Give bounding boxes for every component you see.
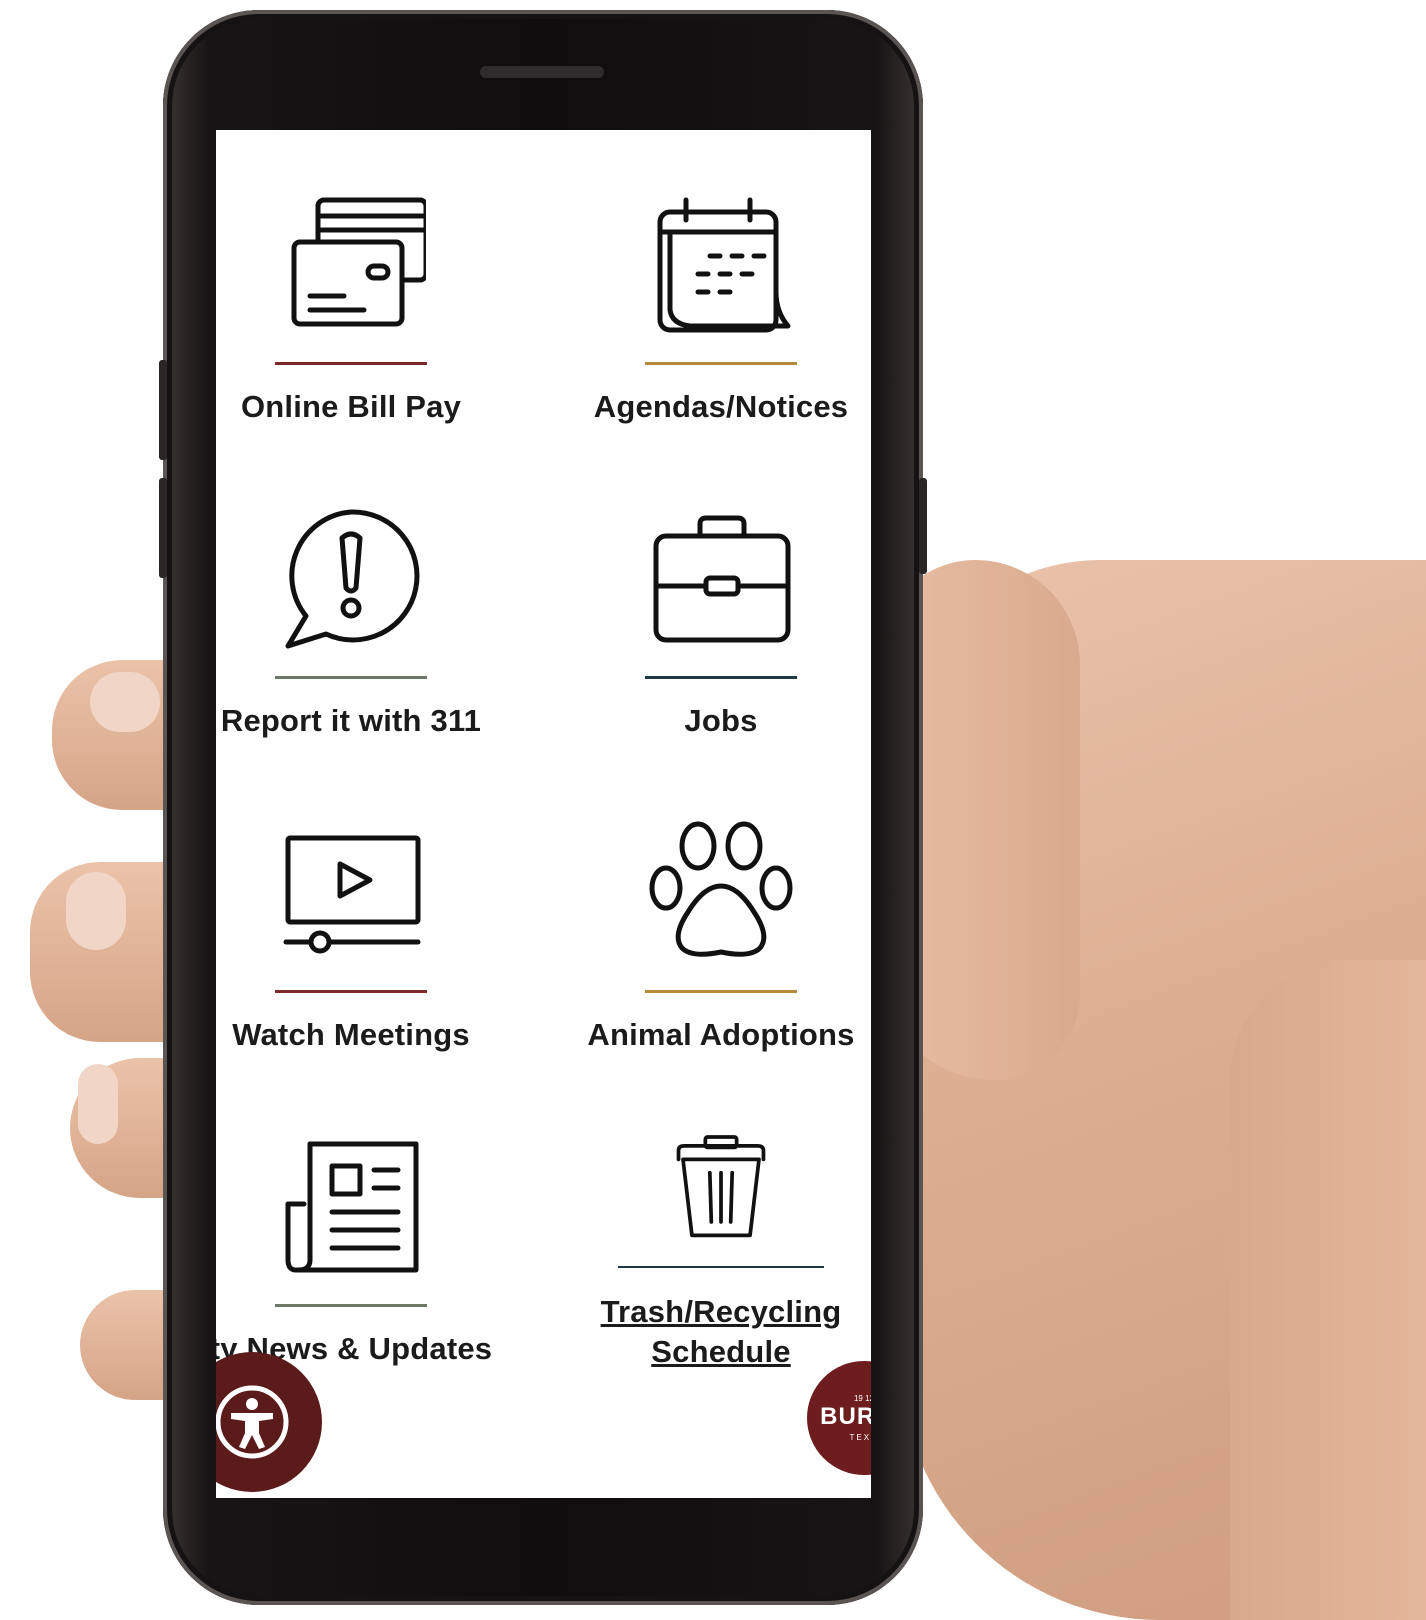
tile-label: Agendas/Notices [593, 389, 849, 424]
tile-accent-rule [275, 362, 427, 365]
tile-accent-rule [645, 676, 797, 679]
tile-accent-rule [275, 990, 427, 993]
tile-animal-adoptions[interactable]: Animal Adoptions [556, 758, 871, 1058]
phone-speaker [480, 66, 604, 78]
tile-link-label[interactable]: Trash/Recycling Schedule [576, 1292, 866, 1372]
fingernail [66, 872, 126, 950]
power-button [919, 478, 927, 574]
tile-accent-rule [275, 1304, 427, 1307]
tile-watch-meetings[interactable]: Watch Meetings [216, 758, 516, 1058]
volume-button [159, 478, 167, 578]
tile-accent-rule [275, 676, 427, 679]
tile-label: Jobs [684, 703, 758, 738]
hand-wrist [1230, 960, 1426, 1620]
tile-trash-recycling-schedule[interactable]: Trash/Recycling Schedule [556, 1072, 871, 1372]
volume-button [159, 360, 167, 460]
tile-news-updates[interactable]: ty News & Updates [216, 1072, 516, 1372]
tile-report-311[interactable]: Report it with 311 [216, 444, 516, 744]
calendar-icon [657, 197, 791, 333]
tile-accent-rule [645, 362, 797, 365]
tile-label: Online Bill Pay [240, 389, 462, 424]
tile-label: Animal Adoptions [587, 1017, 855, 1052]
tile-accent-rule [645, 990, 797, 993]
credit-cards-icon [291, 197, 426, 327]
tile-label: Watch Meetings [232, 1017, 470, 1052]
fingernail [78, 1064, 118, 1144]
briefcase-icon [653, 515, 791, 643]
tile-accent-rule [618, 1265, 824, 1268]
fingernail [90, 672, 160, 732]
newspaper-icon [285, 1141, 419, 1273]
seal-state: TEXA [849, 1433, 871, 1442]
phone-screen: Online Bill Pay Agendas/Notices Report i… [216, 130, 871, 1498]
city-seal-button[interactable]: 19 12 BURLE TEXA [804, 1358, 871, 1478]
paw-print-icon [649, 821, 793, 957]
tile-jobs[interactable]: Jobs [556, 444, 871, 744]
tile-agendas-notices[interactable]: Agendas/Notices [556, 130, 871, 430]
seal-year: 19 12 [853, 1394, 871, 1403]
accessibility-button[interactable] [216, 1352, 322, 1492]
trash-can-icon [676, 1135, 766, 1238]
tile-label: Report it with 311 [220, 703, 482, 738]
alert-bubble-icon [285, 509, 420, 649]
accessibility-icon [216, 1385, 289, 1459]
tile-online-bill-pay[interactable]: Online Bill Pay [216, 130, 516, 430]
seal-name: BURLE [820, 1403, 871, 1430]
video-player-icon [283, 835, 421, 954]
